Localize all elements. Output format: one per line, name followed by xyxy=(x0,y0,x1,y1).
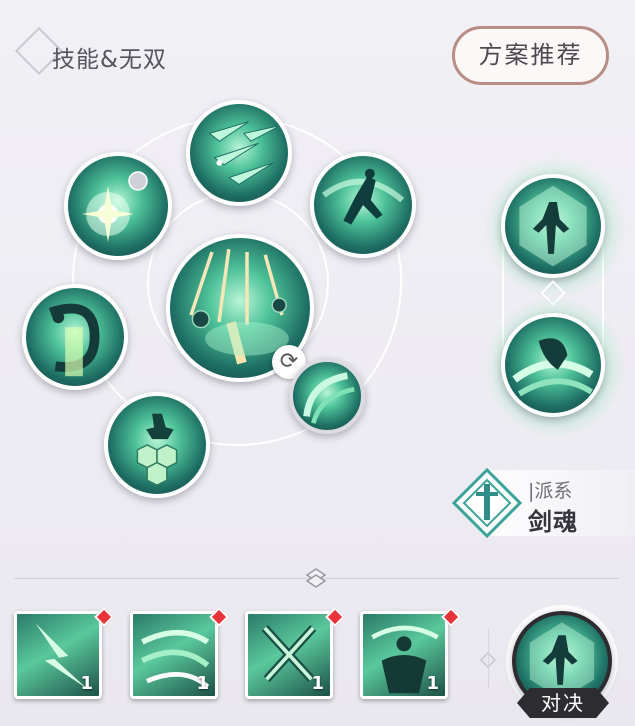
skill-orb-left[interactable] xyxy=(22,284,128,390)
skill-orb-upper-left[interactable] xyxy=(64,152,172,260)
skill-count: 1 xyxy=(80,673,93,694)
wave-swirl-icon xyxy=(303,372,355,424)
skill-count: 1 xyxy=(426,673,439,694)
armored-warrior-icon xyxy=(136,413,178,487)
recommend-plan-button[interactable]: 方案推荐 xyxy=(452,26,609,85)
whirlwind-dragon-icon xyxy=(512,338,594,397)
faction-label: |派系 xyxy=(528,480,573,502)
ultimate-orb-2[interactable] xyxy=(501,313,605,417)
faction-name: 剑魂 xyxy=(528,508,578,536)
duel-label: 对决 xyxy=(517,688,609,718)
leaping-figure-icon xyxy=(322,168,405,225)
hotbar-skill-2[interactable]: 1 xyxy=(130,611,218,699)
faction-sword-icon[interactable] xyxy=(451,467,523,539)
hotbar-skill-3[interactable]: 1 xyxy=(245,611,333,699)
hotbar-skill-4[interactable]: 1 xyxy=(360,611,448,699)
skill-orb-lower-right[interactable] xyxy=(289,358,365,434)
ultimate-orb-1[interactable] xyxy=(501,174,605,278)
arrows-icon xyxy=(208,121,281,185)
starburst-icon xyxy=(82,171,148,242)
skill-orb-lower-left[interactable] xyxy=(104,392,210,498)
hotbar-skill-1[interactable]: 1 xyxy=(14,611,102,699)
layers-icon xyxy=(305,567,327,589)
skill-orb-upper-right[interactable] xyxy=(310,152,416,258)
separator-diamond xyxy=(479,651,497,669)
skill-count: 1 xyxy=(311,673,324,694)
skill-orb-top[interactable] xyxy=(186,100,292,206)
page-title: 技能&无双 xyxy=(52,47,167,73)
crystal-warrior-icon xyxy=(519,185,587,267)
skill-count: 1 xyxy=(196,673,209,694)
dragon-spirit-icon xyxy=(48,303,100,377)
